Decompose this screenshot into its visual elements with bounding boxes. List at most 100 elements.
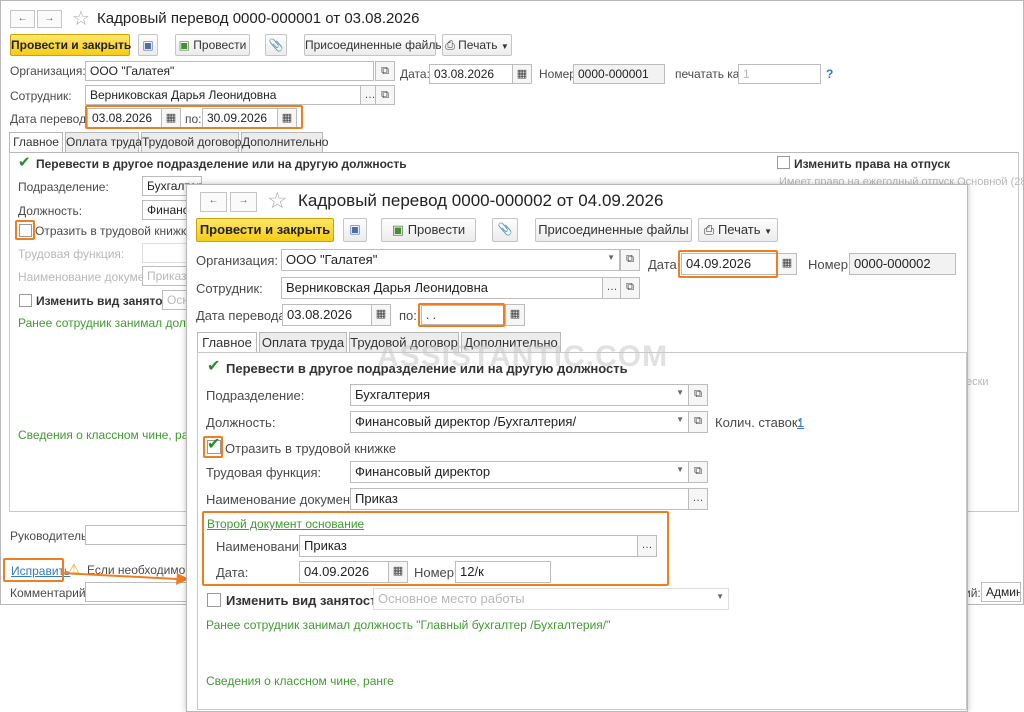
number-label: Номер: bbox=[808, 257, 852, 272]
post-and-close-button[interactable]: Провести и закрыть bbox=[10, 34, 131, 56]
save-icon[interactable]: ▣ bbox=[138, 34, 158, 56]
class-rank-link[interactable]: Сведения о классном чине, ранге bbox=[206, 674, 394, 688]
open-icon[interactable]: ⧉ bbox=[375, 85, 395, 105]
attached-files-button[interactable]: Присоединенные файлы bbox=[304, 34, 444, 56]
second-doc-link[interactable]: Второй документ основание bbox=[207, 517, 364, 531]
number-field[interactable]: 0000-000001 bbox=[573, 64, 665, 84]
employment-checkbox[interactable] bbox=[19, 294, 32, 307]
checked-icon[interactable]: ✔ bbox=[18, 155, 31, 170]
org-field[interactable]: ООО "Галатея" bbox=[85, 61, 374, 81]
open-icon[interactable]: ⧉ bbox=[620, 277, 640, 299]
post-button[interactable]: ▣ Провести bbox=[175, 34, 250, 56]
vacation-checkbox-label: Изменить права на отпуск bbox=[794, 157, 950, 171]
date-field[interactable]: 03.08.2026 bbox=[429, 64, 514, 84]
dept-field[interactable]: Бухгалтерия ▼ bbox=[350, 384, 689, 406]
chevron-down-icon[interactable]: ▼ bbox=[607, 253, 615, 262]
employment-checkbox[interactable] bbox=[207, 593, 221, 607]
sd-name-field[interactable]: Приказ bbox=[299, 535, 638, 557]
tab-main[interactable]: Главное bbox=[9, 132, 63, 153]
chevron-down-icon[interactable]: ▼ bbox=[716, 592, 724, 601]
select-icon[interactable]: … bbox=[688, 488, 708, 510]
post-and-close-button[interactable]: Провести и закрыть bbox=[196, 218, 334, 242]
print-button[interactable]: ⎙ Печать ▼ bbox=[442, 34, 512, 56]
date-label: Дата: bbox=[400, 67, 430, 81]
post-label: Провести bbox=[193, 38, 247, 52]
docname-field[interactable]: Приказ bbox=[350, 488, 689, 510]
calendar-icon[interactable]: ▦ bbox=[388, 561, 408, 583]
window-title: Кадровый перевод 0000-000001 от 03.08.20… bbox=[97, 10, 420, 27]
print-label: Печать bbox=[458, 38, 498, 52]
calendar-icon[interactable]: ▦ bbox=[371, 304, 391, 326]
sd-date-field[interactable]: 04.09.2026 bbox=[299, 561, 389, 583]
highlight-box bbox=[203, 436, 223, 458]
docname-label: Наименование документа: bbox=[206, 492, 367, 507]
open-icon[interactable]: ⧉ bbox=[688, 411, 708, 433]
checked-icon[interactable]: ✔ bbox=[207, 359, 220, 375]
favorite-star-icon[interactable]: ☆ bbox=[72, 6, 90, 31]
print-button[interactable]: ⎙ Печать ▼ bbox=[698, 218, 778, 242]
highlight-box bbox=[678, 250, 778, 278]
responsible-field[interactable]: Админис bbox=[981, 582, 1021, 602]
rates-label: Колич. ставок: bbox=[715, 415, 802, 430]
chevron-down-icon[interactable]: ▼ bbox=[676, 465, 684, 474]
print-icon: ⎙ bbox=[445, 38, 459, 52]
calendar-icon[interactable]: ▦ bbox=[505, 304, 525, 326]
employee-label: Сотрудник: bbox=[10, 89, 72, 103]
attach-icon[interactable]: 📎 bbox=[265, 34, 287, 56]
print-as-field[interactable]: 1 bbox=[738, 64, 821, 84]
forward-button[interactable]: → bbox=[230, 192, 257, 212]
select-icon[interactable]: … bbox=[602, 277, 622, 299]
number-field[interactable]: 0000-000002 bbox=[849, 253, 956, 275]
tab-additional[interactable]: Дополнительно bbox=[241, 132, 328, 153]
org-label: Организация: bbox=[196, 253, 279, 268]
head-label: Руководитель: bbox=[10, 529, 91, 543]
func-field[interactable]: Финансовый директор ▼ bbox=[350, 461, 689, 483]
highlight-box bbox=[85, 105, 303, 129]
highlight-box bbox=[418, 303, 505, 327]
transfer-date-label: Дата перевода: bbox=[196, 308, 290, 323]
transfer-date-field[interactable]: 03.08.2026 bbox=[282, 304, 372, 326]
post-button[interactable]: ▣ Провести bbox=[381, 218, 476, 242]
calendar-icon[interactable]: ▦ bbox=[777, 253, 797, 275]
tab-salary[interactable]: Оплата труда bbox=[65, 132, 142, 153]
employee-label: Сотрудник: bbox=[196, 281, 263, 296]
open-icon[interactable]: ⧉ bbox=[688, 461, 708, 483]
sd-date-label: Дата: bbox=[216, 565, 249, 580]
attached-files-button[interactable]: Присоединенные файлы bbox=[535, 218, 692, 242]
head-field[interactable] bbox=[85, 525, 195, 545]
post-icon: ▣ bbox=[178, 38, 194, 52]
dept-label: Подразделение: bbox=[206, 388, 305, 403]
chevron-down-icon[interactable]: ▼ bbox=[676, 388, 684, 397]
back-button[interactable]: ← bbox=[200, 192, 227, 212]
position-field[interactable]: Финансовый директор /Бухгалтерия/▼ bbox=[350, 411, 689, 433]
window-title: Кадровый перевод 0000-000002 от 04.09.20… bbox=[298, 191, 664, 210]
employee-field[interactable]: Верниковская Дарья Леонидовна bbox=[85, 85, 361, 105]
arrow-connector bbox=[60, 572, 189, 585]
chevron-down-icon[interactable]: ▼ bbox=[676, 415, 684, 424]
tab-main[interactable]: Главное bbox=[197, 332, 257, 353]
tab-contract[interactable]: Трудовой договор bbox=[141, 132, 241, 153]
open-icon[interactable]: ⧉ bbox=[375, 61, 395, 81]
save-icon[interactable]: ▣ bbox=[343, 218, 367, 242]
open-icon[interactable]: ⧉ bbox=[688, 384, 708, 406]
rates-link[interactable]: 1 bbox=[797, 415, 804, 430]
favorite-star-icon[interactable]: ☆ bbox=[267, 187, 288, 214]
dept-label: Подразделение: bbox=[18, 180, 109, 194]
back-button[interactable]: ← bbox=[10, 10, 35, 28]
employment-field[interactable]: Основное место работы ▼ bbox=[373, 588, 729, 610]
calendar-icon[interactable]: ▦ bbox=[512, 64, 532, 84]
forward-button[interactable]: → bbox=[37, 10, 62, 28]
help-icon[interactable]: ? bbox=[826, 67, 833, 81]
class-rank-link[interactable]: Сведения о классном чине, ранге bbox=[18, 428, 206, 442]
chevron-down-icon: ▼ bbox=[764, 227, 773, 236]
attach-icon[interactable]: 📎 bbox=[492, 218, 518, 242]
vacation-checkbox[interactable] bbox=[777, 156, 790, 169]
select-icon[interactable]: … bbox=[637, 535, 657, 557]
position-label: Должность: bbox=[18, 204, 83, 218]
open-icon[interactable]: ⧉ bbox=[620, 249, 640, 271]
employee-field[interactable]: Верниковская Дарья Леонидовна bbox=[281, 277, 603, 299]
org-field[interactable]: ООО "Галатея" ▼ bbox=[281, 249, 620, 271]
post-label: Провести bbox=[407, 222, 466, 237]
tab-salary[interactable]: Оплата труда bbox=[259, 332, 347, 353]
sd-number-field[interactable]: 12/к bbox=[455, 561, 551, 583]
